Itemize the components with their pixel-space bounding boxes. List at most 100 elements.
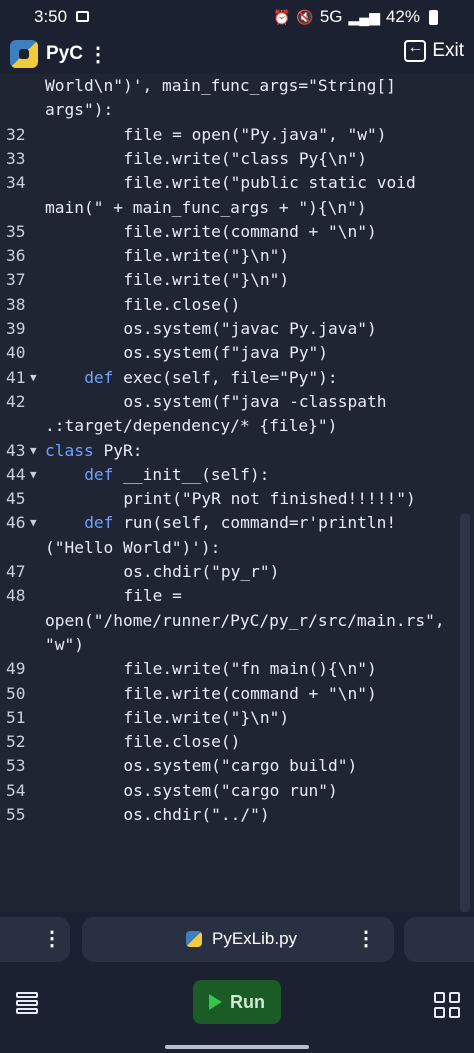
file-tab-next[interactable] bbox=[404, 917, 474, 962]
file-tab-strip: ⋮ PyExLib.py ⋮ bbox=[0, 912, 474, 968]
code-line[interactable]: 51 file.write("}\n") bbox=[0, 706, 474, 730]
code-token: file.write("}\n") bbox=[123, 707, 290, 727]
code-line[interactable]: 32 file = open("Py.java", "w") bbox=[0, 123, 474, 147]
tab-menu-icon[interactable]: ⋮ bbox=[42, 926, 62, 951]
signal-icon: ▂▄▆ bbox=[348, 8, 380, 25]
code-token: file = bbox=[123, 586, 182, 606]
app-bar: PyC ⋮ Exit bbox=[0, 34, 474, 74]
code-line[interactable]: open("/home/runner/PyC/py_r/src/main.rs"… bbox=[0, 609, 474, 633]
exit-button[interactable]: Exit bbox=[404, 39, 464, 62]
code-line[interactable]: 49 file.write("fn main(){\n") bbox=[0, 657, 474, 681]
play-icon bbox=[209, 994, 222, 1010]
python-logo-icon bbox=[10, 40, 38, 68]
code-line[interactable]: 52 file.close() bbox=[0, 730, 474, 754]
code-line[interactable]: 46 ▼ def run(self, command=r'println! bbox=[0, 511, 474, 535]
code-line[interactable]: 34 file.write("public static void bbox=[0, 171, 474, 195]
code-line[interactable]: 45 print("PyR not finished!!!!!") bbox=[0, 487, 474, 511]
line-number: 41 bbox=[6, 367, 26, 387]
code-token: World\n")', main_func_args="String[] bbox=[45, 76, 396, 95]
line-number: 34 bbox=[6, 173, 26, 193]
code-line[interactable]: 38 file.close() bbox=[0, 293, 474, 317]
app-menu-button[interactable]: ⋮ bbox=[88, 42, 108, 67]
code-line[interactable]: 53 os.system("cargo build") bbox=[0, 754, 474, 778]
code-text: file.write("public static void bbox=[123, 171, 415, 195]
status-time: 3:50 bbox=[34, 7, 68, 26]
code-token: print("PyR not finished!!!!!") bbox=[123, 489, 416, 509]
code-text: file.write(command + "\n") bbox=[123, 682, 376, 706]
file-tab-name: PyExLib.py bbox=[212, 929, 298, 948]
code-text: file.write("}\n") bbox=[123, 268, 289, 292]
code-text: os.system(f"java -classpath bbox=[123, 390, 386, 414]
code-text: file.write("fn main(){\n") bbox=[123, 657, 376, 681]
file-tab-active[interactable]: PyExLib.py ⋮ bbox=[82, 917, 394, 962]
code-line[interactable]: World\n")', main_func_args="String[] bbox=[0, 74, 474, 98]
code-line[interactable]: 50 file.write(command + "\n") bbox=[0, 682, 474, 706]
line-number: 36 bbox=[6, 246, 26, 266]
code-line[interactable]: args"): bbox=[0, 98, 474, 122]
run-button[interactable]: Run bbox=[193, 980, 281, 1024]
code-line[interactable]: 33 file.write("class Py{\n") bbox=[0, 147, 474, 171]
code-token: __init__(self): bbox=[113, 464, 270, 484]
line-number: 42 bbox=[6, 391, 26, 411]
code-line[interactable]: 47 os.chdir("py_r") bbox=[0, 560, 474, 584]
code-token: args"): bbox=[45, 100, 114, 120]
code-token: run(self, command=r'println! bbox=[113, 513, 397, 533]
code-line[interactable]: main(" + main_func_args + "){\n") bbox=[0, 196, 474, 220]
code-line[interactable]: "w") bbox=[0, 633, 474, 657]
fold-arrow-icon[interactable]: ▼ bbox=[30, 463, 37, 487]
code-line[interactable]: 35 file.write(command + "\n") bbox=[0, 220, 474, 244]
line-number: 51 bbox=[6, 707, 26, 727]
line-number: 46 bbox=[6, 513, 26, 533]
code-text: def run(self, command=r'println! bbox=[84, 511, 396, 535]
grid-icon[interactable] bbox=[434, 992, 460, 1018]
code-text: file.write(command + "\n") bbox=[123, 220, 376, 244]
code-text: main(" + main_func_args + "){\n") bbox=[45, 196, 367, 220]
code-line[interactable]: 39 os.system("javac Py.java") bbox=[0, 317, 474, 341]
app-title: PyC bbox=[46, 43, 83, 64]
code-keyword: def bbox=[84, 513, 114, 533]
code-text: file.close() bbox=[123, 730, 240, 754]
mute-icon: 🔇 bbox=[296, 8, 314, 25]
fold-arrow-icon[interactable]: ▼ bbox=[30, 439, 37, 463]
code-text: args"): bbox=[45, 98, 113, 122]
python-file-icon bbox=[186, 931, 202, 947]
code-line[interactable]: 40 os.system(f"java Py") bbox=[0, 341, 474, 365]
code-line[interactable]: .:target/dependency/* {file}") bbox=[0, 414, 474, 438]
code-line[interactable]: 54 os.system("cargo run") bbox=[0, 779, 474, 803]
code-text: print("PyR not finished!!!!!") bbox=[123, 487, 415, 511]
battery-icon bbox=[429, 9, 438, 25]
code-token: os.system("cargo run") bbox=[123, 780, 338, 800]
code-token: os.chdir("py_r") bbox=[123, 562, 280, 581]
line-number: 32 bbox=[6, 124, 26, 144]
fold-arrow-icon[interactable]: ▼ bbox=[30, 366, 37, 390]
code-line[interactable]: 37 file.write("}\n") bbox=[0, 268, 474, 292]
code-line[interactable]: 42 os.system(f"java -classpath bbox=[0, 390, 474, 414]
line-number: 49 bbox=[6, 659, 26, 679]
code-line[interactable]: 36 file.write("}\n") bbox=[0, 244, 474, 268]
code-line[interactable]: 55 os.chdir("../") bbox=[0, 803, 474, 827]
line-number: 52 bbox=[6, 732, 26, 752]
fold-arrow-icon[interactable]: ▼ bbox=[30, 511, 37, 535]
code-token: file.write("fn main(){\n") bbox=[123, 659, 377, 679]
code-token: PyR: bbox=[93, 440, 143, 460]
code-text: os.system(f"java Py") bbox=[123, 341, 328, 365]
code-line[interactable]: 44 ▼ def __init__(self): bbox=[0, 463, 474, 487]
code-editor[interactable]: World\n")', main_func_args="String[]args… bbox=[0, 74, 474, 912]
code-line[interactable]: 43 ▼ class PyR: bbox=[0, 439, 474, 463]
code-line[interactable]: ("Hello World")'): bbox=[0, 536, 474, 560]
tab-menu-icon[interactable]: ⋮ bbox=[356, 926, 376, 951]
code-text: os.system("cargo build") bbox=[123, 754, 357, 778]
code-text: file.write("class Py{\n") bbox=[123, 147, 367, 171]
code-text: file = open("Py.java", "w") bbox=[123, 123, 386, 147]
file-tab-previous[interactable]: ⋮ bbox=[0, 917, 70, 962]
code-token: file.write(command + "\n") bbox=[123, 221, 377, 241]
code-line[interactable]: 48 file = bbox=[0, 584, 474, 608]
code-line[interactable]: 41 ▼ def exec(self, file="Py"): bbox=[0, 366, 474, 390]
code-token: "w") bbox=[45, 634, 84, 654]
bottom-toolbar: Run bbox=[0, 968, 474, 1053]
code-token: .:target/dependency/* {file}") bbox=[45, 416, 338, 436]
code-token: file.write("}\n") bbox=[123, 270, 290, 290]
code-token: file.write("}\n") bbox=[123, 246, 290, 266]
layers-icon[interactable] bbox=[16, 992, 38, 1016]
code-token: file.write("class Py{\n") bbox=[123, 148, 368, 168]
